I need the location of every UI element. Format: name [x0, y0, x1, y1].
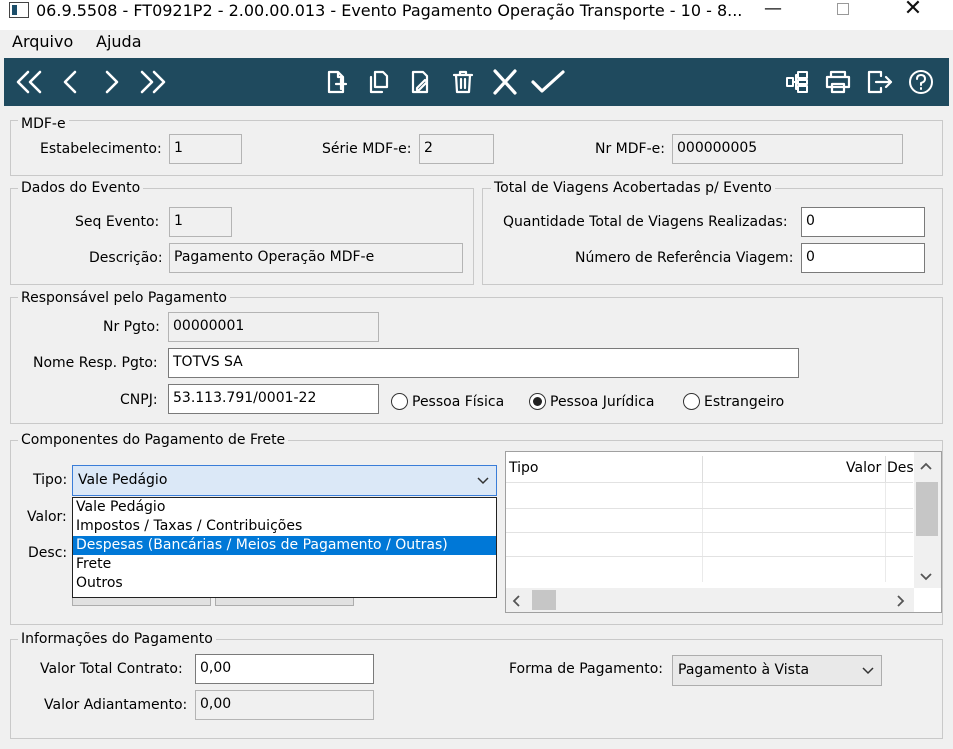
- tipo-dropdown-list: Vale Pedágio Impostos / Taxas / Contribu…: [72, 497, 497, 598]
- nome-resp-input[interactable]: TOTVS SA: [168, 348, 799, 378]
- scroll-left-icon[interactable]: [512, 594, 521, 608]
- nr-pgto-field[interactable]: 00000001: [168, 312, 379, 342]
- vertical-scroll-thumb[interactable]: [916, 482, 938, 536]
- serie-mdfe-label: Série MDF-e:: [322, 141, 412, 157]
- option-frete[interactable]: Frete: [73, 555, 496, 574]
- menu-ajuda[interactable]: Ajuda: [96, 32, 142, 51]
- radio-label: Pessoa Jurídica: [550, 393, 655, 410]
- valor-total-input[interactable]: 0,00: [195, 654, 374, 684]
- scroll-up-icon[interactable]: [919, 462, 933, 471]
- minimize-button[interactable]: —: [750, 0, 796, 22]
- edit-icon[interactable]: [406, 64, 436, 100]
- next-icon[interactable]: [98, 64, 124, 100]
- estabelecimento-field[interactable]: 1: [169, 134, 242, 164]
- option-vale-pedagio[interactable]: Vale Pedágio: [73, 498, 496, 517]
- nr-mdfe-field[interactable]: 000000005: [672, 134, 903, 164]
- cnpj-label: CNPJ:: [120, 392, 158, 408]
- row-line: [506, 482, 913, 483]
- dados-evento-title: Dados do Evento: [18, 180, 144, 196]
- exit-icon[interactable]: [864, 64, 896, 100]
- qtd-viagens-label: Quantidade Total de Viagens Realizadas:: [503, 214, 788, 230]
- chevron-down-icon: [862, 667, 874, 675]
- col-tipo-header[interactable]: Tipo: [509, 460, 538, 476]
- descricao-label: Descrição:: [89, 250, 163, 266]
- row-line: [506, 508, 913, 509]
- radio-estrangeiro[interactable]: Estrangeiro: [683, 393, 784, 410]
- window-title: 06.9.5508 - FT0921P2 - 2.00.00.013 - Eve…: [36, 1, 743, 20]
- componentes-title: Componentes do Pagamento de Frete: [18, 432, 289, 448]
- tree-icon[interactable]: [782, 64, 812, 100]
- mdfe-group-title: MDF-e: [18, 116, 69, 132]
- confirm-icon[interactable]: [528, 64, 568, 100]
- horizontal-scroll-thumb[interactable]: [532, 590, 556, 610]
- new-document-icon[interactable]: [322, 64, 352, 100]
- valor-adiantamento-label: Valor Adiantamento:: [44, 697, 188, 713]
- descricao-field[interactable]: Pagamento Operação MDF-e: [169, 243, 463, 273]
- tipo-label: Tipo:: [33, 472, 68, 488]
- horizontal-scrollbar[interactable]: [506, 588, 914, 612]
- row-line: [506, 556, 913, 557]
- maximize-button[interactable]: [820, 0, 866, 22]
- estabelecimento-label: Estabelecimento:: [40, 141, 162, 157]
- radio-pessoa-juridica[interactable]: Pessoa Jurídica: [529, 393, 654, 410]
- serie-mdfe-field[interactable]: 2: [419, 134, 494, 164]
- print-icon[interactable]: [822, 64, 854, 100]
- radio-label: Pessoa Física: [412, 393, 505, 410]
- nr-pgto-label: Nr Pgto:: [103, 319, 160, 335]
- tipo-select-value: Vale Pedágio: [78, 472, 168, 488]
- radio-pessoa-fisica[interactable]: Pessoa Física: [391, 393, 504, 410]
- forma-pagamento-value: Pagamento à Vista: [678, 662, 810, 678]
- option-despesas[interactable]: Despesas (Bancárias / Meios de Pagamento…: [73, 536, 496, 555]
- informacoes-group: [10, 639, 943, 739]
- previous-icon[interactable]: [58, 64, 84, 100]
- total-viagens-title: Total de Viagens Acobertadas p/ Evento: [491, 180, 775, 196]
- cancel-icon[interactable]: [488, 64, 522, 100]
- radio-label: Estrangeiro: [704, 393, 785, 410]
- radio-circle[interactable]: [683, 393, 700, 410]
- valor-adiantamento-field[interactable]: 0,00: [195, 690, 374, 720]
- valor-total-label: Valor Total Contrato:: [40, 661, 183, 677]
- nr-mdfe-label: Nr MDF-e:: [595, 141, 665, 157]
- nome-resp-label: Nome Resp. Pgto:: [33, 355, 158, 371]
- desc-label: Desc:: [28, 545, 68, 561]
- forma-pagamento-select[interactable]: Pagamento à Vista: [672, 655, 882, 686]
- help-icon[interactable]: [906, 64, 936, 100]
- scroll-down-icon[interactable]: [919, 572, 933, 581]
- seq-evento-field[interactable]: 1: [169, 207, 232, 237]
- col-valor-header[interactable]: Valor: [846, 460, 881, 476]
- copy-icon[interactable]: [364, 64, 394, 100]
- option-outros[interactable]: Outros: [73, 574, 496, 593]
- option-impostos[interactable]: Impostos / Taxas / Contribuições: [73, 517, 496, 536]
- col-divider: [885, 456, 886, 482]
- seq-evento-label: Seq Evento:: [75, 214, 160, 230]
- scroll-right-icon[interactable]: [896, 594, 905, 608]
- row-line: [506, 532, 913, 533]
- forma-pagamento-label: Forma de Pagamento:: [509, 661, 663, 677]
- qtd-viagens-input[interactable]: 0: [801, 207, 925, 237]
- last-icon[interactable]: [136, 64, 170, 100]
- radio-circle[interactable]: [391, 393, 408, 410]
- responsavel-title: Responsável pelo Pagamento: [18, 290, 230, 306]
- menu-arquivo[interactable]: Arquivo: [12, 32, 73, 51]
- close-window-button[interactable]: ✕: [890, 0, 936, 22]
- app-icon: [9, 2, 29, 18]
- componentes-grid[interactable]: Tipo Valor Des: [505, 451, 942, 613]
- first-icon[interactable]: [12, 64, 46, 100]
- menu-bar: [0, 30, 953, 56]
- cnpj-input[interactable]: 53.113.791/0001-22: [168, 384, 379, 414]
- valor-label: Valor:: [27, 509, 67, 525]
- ref-viagem-label: Número de Referência Viagem:: [575, 250, 794, 266]
- col-divider: [702, 456, 703, 482]
- informacoes-title: Informações do Pagamento: [18, 631, 216, 647]
- delete-icon[interactable]: [448, 64, 478, 100]
- col-desc-header[interactable]: Des: [887, 460, 914, 476]
- ref-viagem-input[interactable]: 0: [801, 243, 925, 273]
- tipo-select[interactable]: Vale Pedágio: [72, 465, 497, 496]
- radio-circle[interactable]: [529, 393, 546, 410]
- chevron-down-icon: [477, 477, 489, 485]
